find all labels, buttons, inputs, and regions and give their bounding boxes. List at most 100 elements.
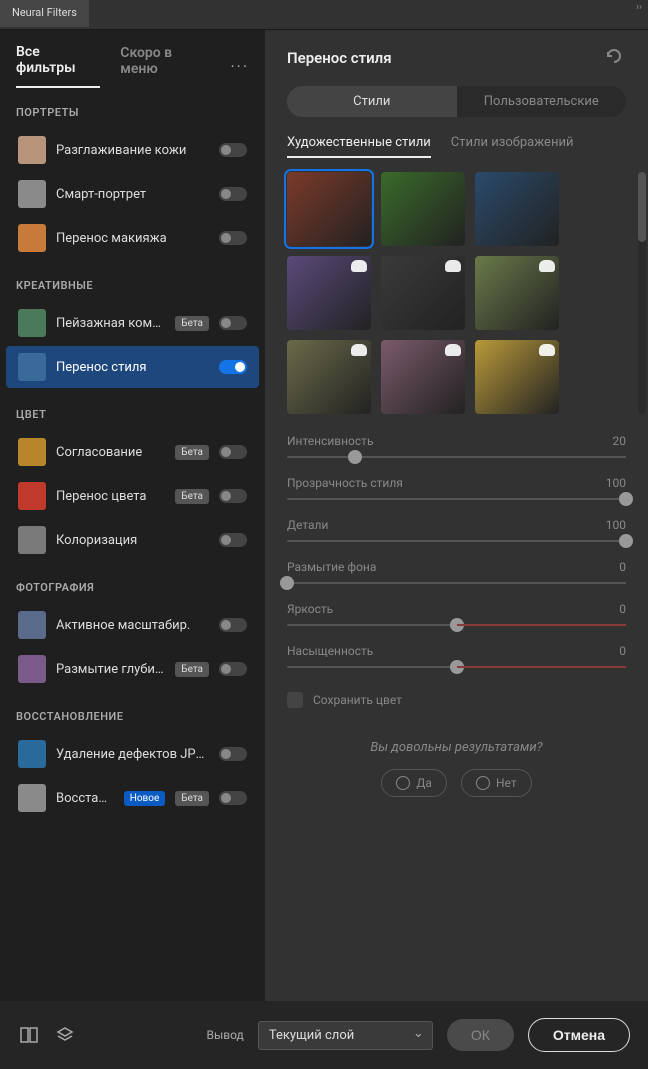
filter-thumbnail [18,180,46,208]
panel-grip-icon[interactable]: ›› [636,2,642,13]
slider-track[interactable] [287,498,626,500]
slider-label: Насыщенность [287,644,373,658]
feedback-no-button[interactable]: Нет [461,769,532,797]
output-select[interactable]: Текущий слой [258,1021,433,1050]
footer-bar: Вывод Текущий слой ОК Отмена [0,1001,648,1069]
preview-icon[interactable] [18,1024,40,1046]
filter-toggle[interactable] [219,489,247,503]
slider-track[interactable] [287,666,626,668]
tab-coming-soon[interactable]: Скоро в меню [120,45,210,87]
style-tile[interactable] [381,172,465,246]
feedback-question: Вы довольны результатами? [287,740,626,755]
badge-beta: Бета [175,316,209,331]
subtab-image-styles[interactable]: Стили изображений [451,135,574,158]
filter-item[interactable]: СогласованиеБета [6,431,259,473]
slider-value: 20 [613,434,627,448]
style-tile[interactable] [287,256,371,330]
slider-value: 0 [619,560,626,574]
filter-item[interactable]: Смарт-портрет [6,173,259,215]
filter-item[interactable]: Удаление дефектов JPEG [6,733,259,775]
filter-item[interactable]: Колоризация [6,519,259,561]
filter-item[interactable]: Перенос цветаБета [6,475,259,517]
slider-label: Размытие фона [287,560,376,574]
slider-knob[interactable] [348,450,362,464]
preserve-color-checkbox[interactable] [287,692,303,708]
filter-toggle[interactable] [219,187,247,201]
slider-knob[interactable] [450,618,464,632]
cloud-download-icon [351,344,367,356]
filter-toggle[interactable] [219,618,247,632]
filter-thumbnail [18,655,46,683]
slider-label: Яркость [287,602,333,616]
section-photo: ФОТОГРАФИЯ [0,563,265,602]
reset-icon[interactable] [606,48,626,68]
slider-row: Прозрачность стиля100 [287,476,626,500]
slider-value: 100 [606,476,626,490]
filter-thumbnail [18,136,46,164]
filter-thumbnail [18,526,46,554]
slider-knob[interactable] [619,492,633,506]
subtab-art-styles[interactable]: Художественные стили [287,135,431,158]
layers-icon[interactable] [54,1024,76,1046]
sliders-panel: Интенсивность20Прозрачность стиля100Дета… [265,418,648,686]
filter-toggle[interactable] [219,360,247,374]
filter-item[interactable]: Пейзажная комп…Бета [6,302,259,344]
preserve-color-label: Сохранить цвет [313,693,402,707]
filter-item[interactable]: Разглаживание кожи [6,129,259,171]
segmented-control: Стили Пользовательские [287,86,626,117]
slider-track[interactable] [287,540,626,542]
style-tile[interactable] [381,256,465,330]
filter-item[interactable]: Перенос стиля [6,346,259,388]
slider-row: Размытие фона 0 [287,560,626,584]
filter-item[interactable]: Активное масштабир. [6,604,259,646]
filter-label: Восстано… [56,791,114,806]
filter-item[interactable]: Восстано…НовоеБета [6,777,259,819]
cancel-button[interactable]: Отмена [528,1018,630,1052]
more-menu-icon[interactable]: ··· [230,57,249,76]
slider-row: Яркость 0 [287,602,626,626]
filter-toggle[interactable] [219,231,247,245]
seg-custom[interactable]: Пользовательские [457,86,627,117]
filter-toggle[interactable] [219,533,247,547]
content-title: Перенос стиля [287,49,392,67]
filter-toggle[interactable] [219,747,247,761]
style-tile[interactable] [287,340,371,414]
badge-beta: Бета [175,791,209,806]
slider-track[interactable] [287,456,626,458]
badge-beta: Бета [175,445,209,460]
filter-toggle[interactable] [219,143,247,157]
ok-button[interactable]: ОК [447,1019,514,1051]
filter-label: Колоризация [56,533,209,548]
cloud-download-icon [351,260,367,272]
filter-label: Активное масштабир. [56,618,209,633]
slider-track[interactable] [287,582,626,584]
filter-label: Перенос стиля [56,360,209,375]
style-tile[interactable] [475,256,559,330]
style-tile[interactable] [381,340,465,414]
slider-knob[interactable] [450,660,464,674]
slider-track[interactable] [287,624,626,626]
filter-item[interactable]: Размытие глубиныБета [6,648,259,690]
filter-toggle[interactable] [219,445,247,459]
filter-thumbnail [18,482,46,510]
window-tab[interactable]: Neural Filters [0,0,89,27]
filter-toggle[interactable] [219,791,247,805]
filter-toggle[interactable] [219,662,247,676]
style-tile[interactable] [475,340,559,414]
filter-thumbnail [18,740,46,768]
filter-toggle[interactable] [219,316,247,330]
badge-beta: Бета [175,489,209,504]
feedback-yes-button[interactable]: Да [381,769,447,797]
filter-thumbnail [18,438,46,466]
output-label: Вывод [206,1028,243,1042]
style-tile[interactable] [475,172,559,246]
filter-item[interactable]: Перенос макияжа [6,217,259,259]
slider-knob[interactable] [619,534,633,548]
slider-value: 0 [619,602,626,616]
tab-all-filters[interactable]: Все фильтры [16,44,100,88]
filter-label: Размытие глубины [56,662,165,677]
scrollbar[interactable] [638,172,646,414]
seg-styles[interactable]: Стили [287,86,457,117]
slider-knob[interactable] [280,576,294,590]
style-tile[interactable] [287,172,371,246]
